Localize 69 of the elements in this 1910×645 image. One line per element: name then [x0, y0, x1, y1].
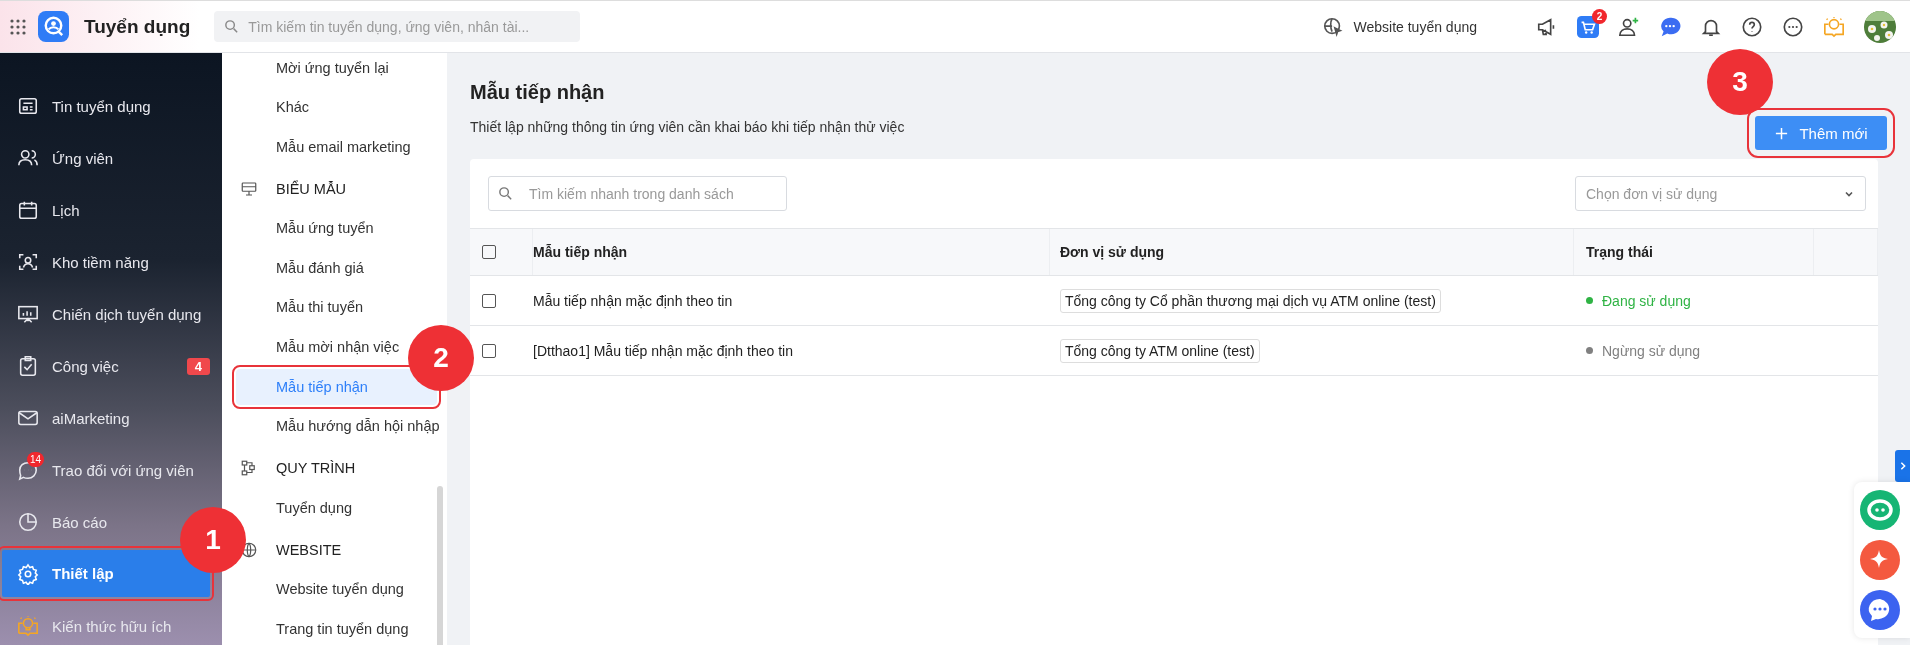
app-logo-icon [38, 11, 69, 42]
globe-cursor-icon [1321, 15, 1344, 38]
sidebar-item[interactable]: Lịch [2, 184, 86, 236]
search-field[interactable]: Tìm kiếm tin tuyển dụng, ứng viên, nhân tài... [214, 11, 581, 42]
sidebar-item[interactable]: Tin tuyển dụng [2, 80, 157, 132]
column-header: Đơn vị sử dụng [1050, 229, 1574, 275]
unit-tag: Tổng công ty ATM online (test) [1060, 338, 1260, 363]
flow-icon [240, 459, 258, 477]
menu-item[interactable]: Tuyển dụng [250, 488, 359, 528]
cart-icon[interactable] [1577, 15, 1599, 38]
sidebar-item[interactable]: 14 Trao đổi với ứng viên [2, 444, 200, 496]
search-field[interactable]: Tìm kiếm nhanh trong danh sách [488, 176, 787, 211]
notification-badge: 14 [27, 452, 45, 467]
menu-item[interactable]: Mẫu thi tuyển [250, 287, 370, 327]
notification-badge: 2 [1592, 8, 1607, 24]
search-icon [497, 185, 514, 202]
table-cell: [Dtthao1] Mẫu tiếp nhận mặc định theo tin [533, 342, 793, 359]
person-frame-icon [17, 251, 39, 273]
lightbulb-icon [17, 615, 39, 637]
sidebar-item[interactable]: aiMarketing [2, 392, 136, 444]
chat-icon[interactable] [1860, 590, 1900, 630]
expand-tab[interactable] [1895, 450, 1910, 482]
menu-item[interactable]: Mẫu đánh giá [250, 248, 370, 288]
sidebar-item[interactable]: Chiến dịch tuyển dụng [2, 288, 208, 340]
menu-item[interactable]: Website tuyển dụng [250, 569, 410, 609]
page-subtitle: Thiết lập những thông tin ứng viên cần khai báo khi tiếp nhận thử việc [470, 119, 905, 135]
menu-item[interactable]: Trang tin tuyển dụng [250, 609, 415, 645]
section-heading: QUY TRÌNH [276, 460, 356, 476]
column-header: Trạng thái [1574, 229, 1814, 275]
sparkle-icon[interactable] [1860, 540, 1900, 580]
scrollbar[interactable] [437, 486, 443, 645]
clipboard-icon [17, 355, 39, 377]
section-heading: BIỂU MẪU [276, 180, 347, 197]
status-text: Ngừng sử dụng [1602, 342, 1701, 359]
sidebar-item[interactable]: Báo cáo [2, 496, 114, 548]
app-title: Tuyển dụng [84, 15, 191, 38]
menu-item[interactable]: Mẫu ứng tuyển [250, 208, 380, 248]
column-header: Mẫu tiếp nhận [533, 229, 1050, 275]
add-user-icon[interactable] [1618, 15, 1640, 38]
website-link[interactable]: Website tuyển dụng [1321, 15, 1477, 38]
help-icon[interactable] [1741, 15, 1763, 38]
menu-item[interactable]: Mẫu email marketing [250, 127, 417, 167]
menu-item[interactable]: Khác [250, 87, 316, 127]
menu-item[interactable]: Mời ứng tuyển lại [250, 53, 395, 88]
chat-bubble-icon[interactable] [1659, 15, 1681, 38]
pie-chart-icon [17, 511, 39, 533]
count-badge: 4 [186, 357, 210, 375]
select-all-checkbox[interactable] [482, 245, 496, 259]
section-heading: WEBSITE [276, 541, 342, 558]
more-icon[interactable] [1782, 15, 1804, 38]
newspaper-icon [17, 95, 39, 117]
unit-tag: Tổng công ty Cổ phần thương mại dịch vụ ATM online (test) [1060, 288, 1441, 313]
presentation-icon [17, 303, 39, 325]
sidebar-item[interactable]: Kho tiềm năng [2, 236, 155, 288]
table-cell: Mẫu tiếp nhận mặc định theo tin [533, 292, 733, 309]
row-checkbox[interactable] [482, 293, 496, 308]
menu-item[interactable]: Mẫu hướng dẫn hội nhập [250, 406, 446, 446]
apps-grid-icon[interactable] [10, 18, 26, 35]
status-text: Đang sử dụng [1602, 292, 1691, 309]
plus-icon [1774, 125, 1790, 141]
row-checkbox[interactable] [482, 343, 496, 358]
monitor-icon [240, 179, 258, 198]
sidebar-item[interactable]: Ứng viên [2, 132, 120, 184]
bot-icon[interactable] [1860, 490, 1900, 530]
page-title: Mẫu tiếp nhận [470, 79, 606, 105]
sidebar-item[interactable]: Công việc 4 [2, 340, 210, 392]
settings-icon [17, 562, 39, 585]
menu-item[interactable]: Mẫu mời nhận việc [250, 327, 406, 367]
calendar-icon [17, 199, 39, 221]
